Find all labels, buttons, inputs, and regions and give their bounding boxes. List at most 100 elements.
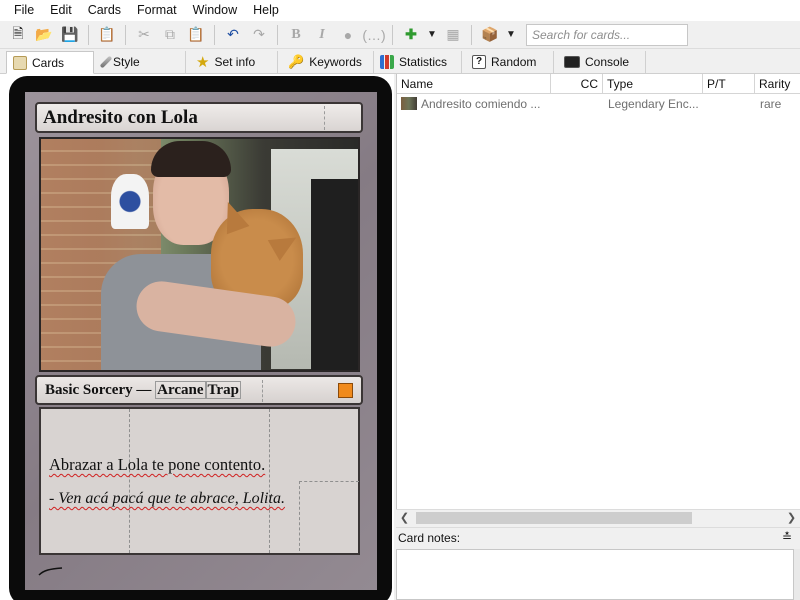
table-row[interactable]: Andresito comiendo ... Legendary Enc... … (397, 95, 800, 113)
symbol-icon[interactable]: ● (336, 24, 360, 46)
toolbar: 🗎 📂 💾 📋 ✂ ⧉ 📋 ↶ ↷ B I ● (…) ✚ ▼ ▦ 📦 ▼ Se… (0, 21, 800, 49)
mana-cost-field[interactable] (324, 106, 325, 130)
row-name: Andresito comiendo ... (421, 97, 541, 111)
cut-icon[interactable]: ✂ (132, 24, 156, 46)
style-icon[interactable]: 📦 (478, 24, 502, 46)
scrollbar-thumb[interactable] (416, 512, 692, 524)
cards-icon (13, 55, 27, 70)
flavor-text: - Ven acá pacá que te abrace, Lolita. (49, 490, 285, 507)
horizontal-scrollbar[interactable]: ❮ ❯ (396, 509, 800, 526)
text-guide (269, 409, 270, 553)
tab-statistics[interactable]: Statistics (374, 51, 462, 73)
tab-console[interactable]: Console (558, 51, 646, 73)
search-placeholder: Search for cards... (532, 27, 631, 42)
scroll-right-icon[interactable]: ❯ (783, 510, 800, 527)
star-icon: ★ (196, 54, 210, 71)
card-type-main: Basic Sorcery (45, 381, 133, 398)
card-notes-label: Card notes: (398, 531, 461, 545)
undo-icon[interactable]: ↶ (221, 24, 245, 46)
toolbar-separator (125, 24, 126, 45)
card-type-field[interactable]: Basic Sorcery — Arcane Trap (35, 375, 363, 405)
card-name-field[interactable]: Andresito con Lola (35, 102, 363, 133)
column-header-cc[interactable]: CC (551, 74, 603, 94)
menu-format[interactable]: Format (129, 0, 185, 21)
card-flavor-text: - Ven acá pacá que te abrace, Lolita. (49, 490, 285, 508)
card-type-dash: — (136, 381, 152, 398)
card-name: Andresito con Lola (43, 106, 198, 128)
tab-label: Random (491, 55, 537, 69)
tab-strip: Cards Style ★ Set info 🔑 Keywords Statis… (0, 49, 800, 74)
remove-card-icon[interactable]: ▦ (441, 24, 465, 46)
toolbar-separator (88, 24, 89, 45)
collapse-icon[interactable]: ≛ (782, 530, 792, 544)
question-icon: ? (472, 55, 486, 69)
italic-icon[interactable]: I (310, 24, 334, 46)
art-flowerpot (111, 174, 149, 229)
tab-cards[interactable]: Cards (6, 51, 94, 74)
reminder-icon[interactable]: (…) (362, 24, 386, 46)
toolbar-separator (392, 24, 393, 45)
card-list[interactable]: Name CC Type P/T Rarity Andresito comien… (396, 74, 800, 526)
copy-icon[interactable]: ⧉ (158, 24, 182, 46)
card-subtype: Arcane (155, 380, 206, 399)
scroll-left-icon[interactable]: ❮ (396, 510, 413, 527)
tab-label: Style (113, 55, 140, 69)
new-icon[interactable]: 🗎 (6, 24, 30, 46)
tab-set-info[interactable]: ★ Set info (190, 51, 278, 73)
paste-icon[interactable]: 📋 (184, 24, 208, 46)
art-door (311, 179, 358, 370)
column-header-type[interactable]: Type (603, 74, 703, 94)
rarity-icon[interactable] (338, 383, 353, 398)
export-icon[interactable]: 📋 (95, 24, 119, 46)
card-art[interactable] (39, 137, 360, 372)
console-icon (564, 56, 580, 68)
menu-file[interactable]: File (6, 0, 42, 21)
illustrator-icon (38, 566, 64, 578)
card-thumbnail-icon (401, 97, 417, 110)
column-header-pt[interactable]: P/T (703, 74, 755, 94)
menu-window[interactable]: Window (185, 0, 245, 21)
menu-help[interactable]: Help (245, 0, 287, 21)
card-subtype: Trap (205, 380, 241, 399)
row-rarity: rare (760, 97, 782, 111)
pt-box-outline (299, 481, 359, 551)
tab-random[interactable]: ? Random (466, 51, 554, 73)
chevron-down-icon[interactable]: ▼ (504, 24, 518, 46)
toolbar-separator (277, 24, 278, 45)
open-icon[interactable]: 📂 (32, 24, 56, 46)
tab-keywords[interactable]: 🔑 Keywords (282, 51, 374, 73)
menu-edit[interactable]: Edit (42, 0, 80, 21)
bar-chart-icon (380, 55, 394, 69)
column-header-name[interactable]: Name (397, 74, 551, 94)
card-rules-text: Abrazar a Lola te pone contento. (49, 455, 265, 475)
text-guide (129, 409, 130, 553)
add-card-icon[interactable]: ✚ (399, 24, 423, 46)
tab-label: Statistics (399, 55, 448, 69)
menu-cards[interactable]: Cards (80, 0, 129, 21)
tab-label: Keywords (309, 55, 362, 69)
key-icon: 🔑 (288, 54, 305, 69)
save-icon[interactable]: 💾 (58, 24, 82, 46)
brush-icon (99, 55, 113, 69)
card-text-box[interactable]: Abrazar a Lola te pone contento. - Ven a… (39, 407, 360, 555)
card-notes-bar: Card notes: ≛ (396, 527, 800, 548)
toolbar-separator (214, 24, 215, 45)
toolbar-separator (471, 24, 472, 45)
art-person-hair (151, 141, 231, 177)
redo-icon[interactable]: ↷ (247, 24, 271, 46)
search-input[interactable]: Search for cards... (526, 23, 688, 46)
tab-label: Cards (32, 55, 65, 70)
card-type-line: Basic Sorcery — Arcane Trap (45, 380, 241, 399)
card-notes-field[interactable] (396, 549, 794, 600)
chevron-down-icon[interactable]: ▼ (425, 24, 439, 46)
tab-label: Set info (214, 55, 256, 69)
card-list-header: Name CC Type P/T Rarity (397, 74, 800, 94)
tab-style[interactable]: Style (98, 51, 186, 73)
notes-scrollbar[interactable] (794, 549, 800, 600)
type-field-separator (262, 380, 263, 402)
menu-bar: File Edit Cards Format Window Help (0, 0, 800, 21)
column-header-rarity[interactable]: Rarity (755, 74, 800, 94)
row-type: Legendary Enc... (608, 97, 699, 111)
rules-text: Abrazar a Lola te pone contento. (49, 455, 266, 474)
bold-icon[interactable]: B (284, 24, 308, 46)
